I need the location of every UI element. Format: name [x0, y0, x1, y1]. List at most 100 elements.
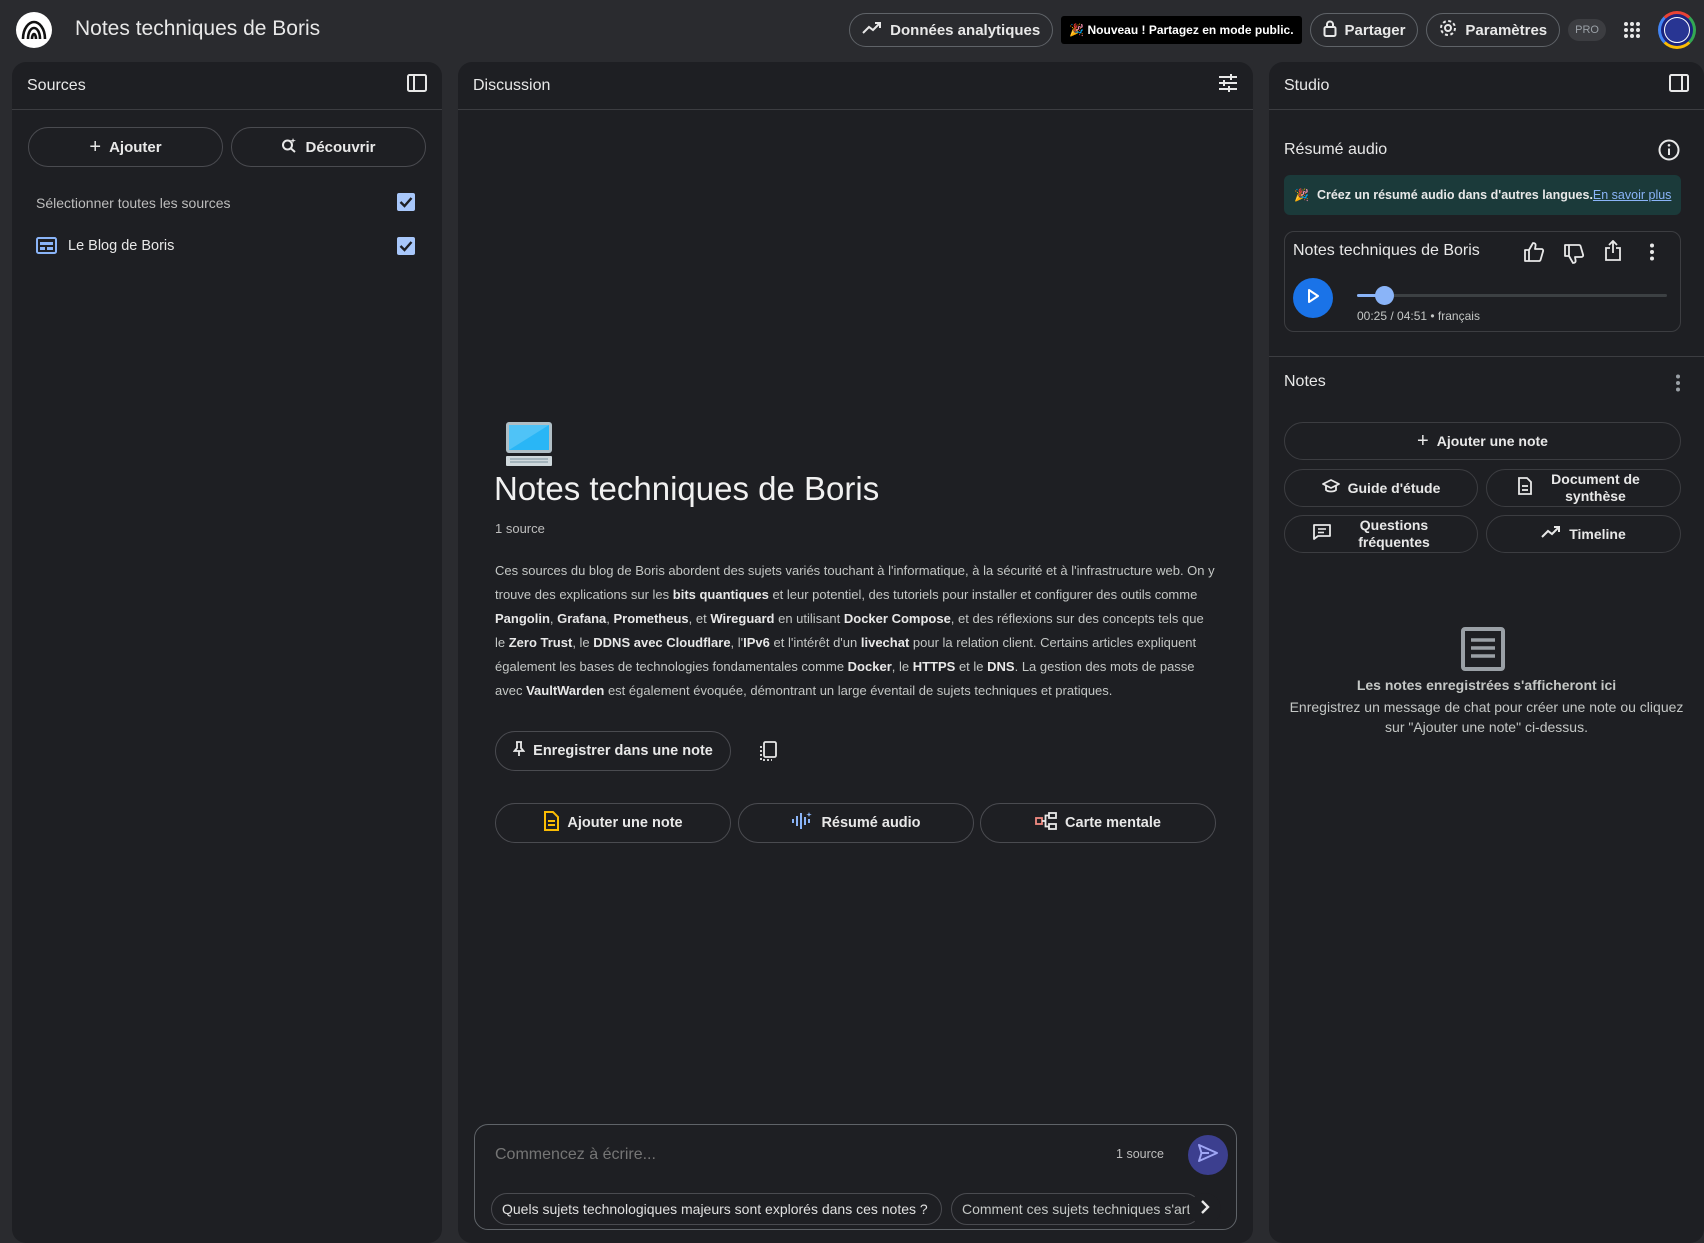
mindmap-action-button[interactable]: Carte mentale — [980, 803, 1216, 843]
user-avatar[interactable] — [1658, 11, 1696, 49]
study-guide-label: Guide d'étude — [1347, 479, 1441, 496]
website-icon — [36, 237, 57, 259]
composer-source-count: 1 source — [1116, 1147, 1164, 1161]
audio-progress-handle[interactable] — [1374, 286, 1394, 305]
send-button[interactable] — [1188, 1135, 1228, 1175]
note-doc-icon — [543, 811, 560, 835]
studio-panel: Studio Résumé audio 🎉 Créez un résumé au… — [1269, 62, 1704, 1243]
analytics-button[interactable]: Données analytiques — [849, 13, 1054, 47]
discover-label: Découvrir — [305, 138, 376, 156]
more-vert-icon[interactable] — [1675, 374, 1681, 397]
timeline-label: Timeline — [1569, 525, 1626, 542]
chat-composer: 1 source Quels sujets technologiques maj… — [474, 1124, 1237, 1230]
faq-label: Questions fréquentes — [1358, 517, 1430, 550]
info-icon[interactable] — [1658, 139, 1680, 166]
briefing-doc-button[interactable]: Document de synthèse — [1486, 469, 1681, 507]
sources-title: Sources — [27, 76, 86, 94]
timeline-icon — [1541, 525, 1561, 543]
studio-title: Studio — [1284, 76, 1330, 94]
plus-icon: + — [89, 135, 102, 158]
settings-label: Paramètres — [1465, 21, 1548, 39]
learn-more-link[interactable]: En savoir plus — [1593, 188, 1672, 202]
notebook-heading: Notes techniques de Boris — [494, 470, 880, 507]
play-button[interactable] — [1293, 278, 1333, 318]
select-all-label: Sélectionner toutes les sources — [36, 195, 231, 211]
chat-input[interactable] — [495, 1141, 1035, 1169]
audio-wave-icon — [791, 811, 813, 835]
add-source-label: Ajouter — [109, 138, 162, 156]
save-to-note-button[interactable]: Enregistrer dans une note — [495, 731, 731, 771]
add-source-button[interactable]: + Ajouter — [28, 127, 223, 167]
add-note-action-label: Ajouter une note — [567, 815, 683, 831]
suggestion-chip[interactable]: Quels sujets technologiques majeurs sont… — [491, 1193, 942, 1225]
timeline-button[interactable]: Timeline — [1486, 515, 1681, 553]
source-count: 1 source — [495, 521, 545, 536]
promo-banner[interactable]: 🎉 Nouveau ! Partagez en mode public. — [1061, 16, 1302, 44]
share-button[interactable]: Partager — [1309, 13, 1419, 47]
more-vert-icon[interactable] — [1649, 243, 1655, 266]
notebook-title[interactable]: Notes techniques de Boris — [75, 17, 320, 41]
plus-icon: + — [1417, 429, 1429, 452]
suggestion-chip[interactable]: Comment ces sujets techniques s'articule… — [951, 1193, 1201, 1225]
settings-button[interactable]: Paramètres — [1426, 13, 1561, 47]
notebook-summary: Ces sources du blog de Boris abordent de… — [495, 563, 1215, 698]
tune-icon[interactable] — [1218, 74, 1238, 97]
add-note-label: Ajouter une note — [1436, 432, 1548, 449]
notes-title: Notes — [1284, 373, 1326, 390]
graduation-cap-icon — [1321, 479, 1340, 497]
search-spark-icon — [281, 137, 297, 157]
save-to-note-label: Enregistrer dans une note — [533, 743, 713, 759]
trending-up-icon — [862, 21, 882, 39]
top-bar: Notes techniques de Boris Données analyt… — [0, 0, 1704, 60]
share-label: Partager — [1344, 21, 1406, 39]
collapse-panel-icon[interactable] — [407, 74, 427, 97]
thumb-down-icon[interactable] — [1563, 243, 1585, 270]
suggestions-next-button[interactable] — [1189, 1193, 1221, 1225]
play-icon — [1307, 288, 1319, 308]
lock-icon — [1323, 20, 1337, 41]
study-guide-button[interactable]: Guide d'étude — [1284, 469, 1478, 507]
chat-panel: Discussion Notes techniques de Boris 1 s… — [458, 62, 1253, 1243]
apps-grid-icon[interactable] — [1614, 12, 1650, 48]
audio-section-title: Résumé audio — [1284, 141, 1388, 158]
section-divider — [1269, 356, 1704, 357]
chat-bubble-icon — [1313, 524, 1331, 544]
audio-overview-card: Notes techniques de Boris 00:25 / 04:51 … — [1284, 231, 1681, 332]
mindmap-icon — [1035, 812, 1057, 834]
notebooklm-logo-icon[interactable] — [16, 12, 52, 48]
share-icon[interactable] — [1604, 239, 1622, 267]
party-icon: 🎉 — [1294, 188, 1309, 202]
audio-time: 00:25 / 04:51 • français — [1357, 309, 1480, 323]
briefing-doc-label: Document de synthèse — [1551, 471, 1640, 504]
empty-notes-title: Les notes enregistrées s'afficheront ici — [1356, 677, 1617, 693]
audio-progress-slider[interactable] — [1357, 286, 1667, 305]
mindmap-action-label: Carte mentale — [1065, 815, 1161, 831]
source-item-checkbox[interactable] — [397, 237, 415, 255]
source-item-label: Le Blog de Boris — [68, 238, 175, 254]
banner-text: Créez un résumé audio dans d'autres lang… — [1316, 188, 1593, 202]
summary-doc-icon — [1517, 477, 1533, 499]
sources-panel: Sources + Ajouter Découvrir Sélectionner… — [12, 62, 442, 1243]
select-all-checkbox[interactable] — [397, 193, 415, 211]
empty-notes-description: Enregistrez un message de chat pour crée… — [1289, 699, 1684, 735]
thumb-up-icon[interactable] — [1523, 241, 1545, 268]
source-item[interactable]: Le Blog de Boris — [36, 232, 428, 262]
audio-title: Notes techniques de Boris — [1293, 242, 1480, 259]
audio-summary-action-button[interactable]: Résumé audio — [738, 803, 974, 843]
pin-icon — [512, 741, 526, 761]
gear-icon — [1439, 19, 1457, 41]
computer-emoji-icon — [504, 420, 554, 473]
audio-language-banner: 🎉 Créez un résumé audio dans d'autres la… — [1284, 175, 1681, 215]
add-note-action-button[interactable]: Ajouter une note — [495, 803, 731, 843]
faq-button[interactable]: Questions fréquentes — [1284, 515, 1478, 553]
discover-sources-button[interactable]: Découvrir — [231, 127, 426, 167]
send-icon — [1198, 1143, 1218, 1167]
pro-badge: PRO — [1568, 19, 1606, 41]
notes-placeholder-icon — [1461, 627, 1505, 676]
analytics-label: Données analytiques — [890, 21, 1041, 39]
chevron-right-icon — [1200, 1199, 1210, 1219]
add-note-button[interactable]: + Ajouter une note — [1284, 422, 1681, 460]
chat-title: Discussion — [473, 76, 551, 94]
copy-icon[interactable] — [758, 741, 778, 766]
collapse-panel-icon[interactable] — [1669, 74, 1689, 97]
